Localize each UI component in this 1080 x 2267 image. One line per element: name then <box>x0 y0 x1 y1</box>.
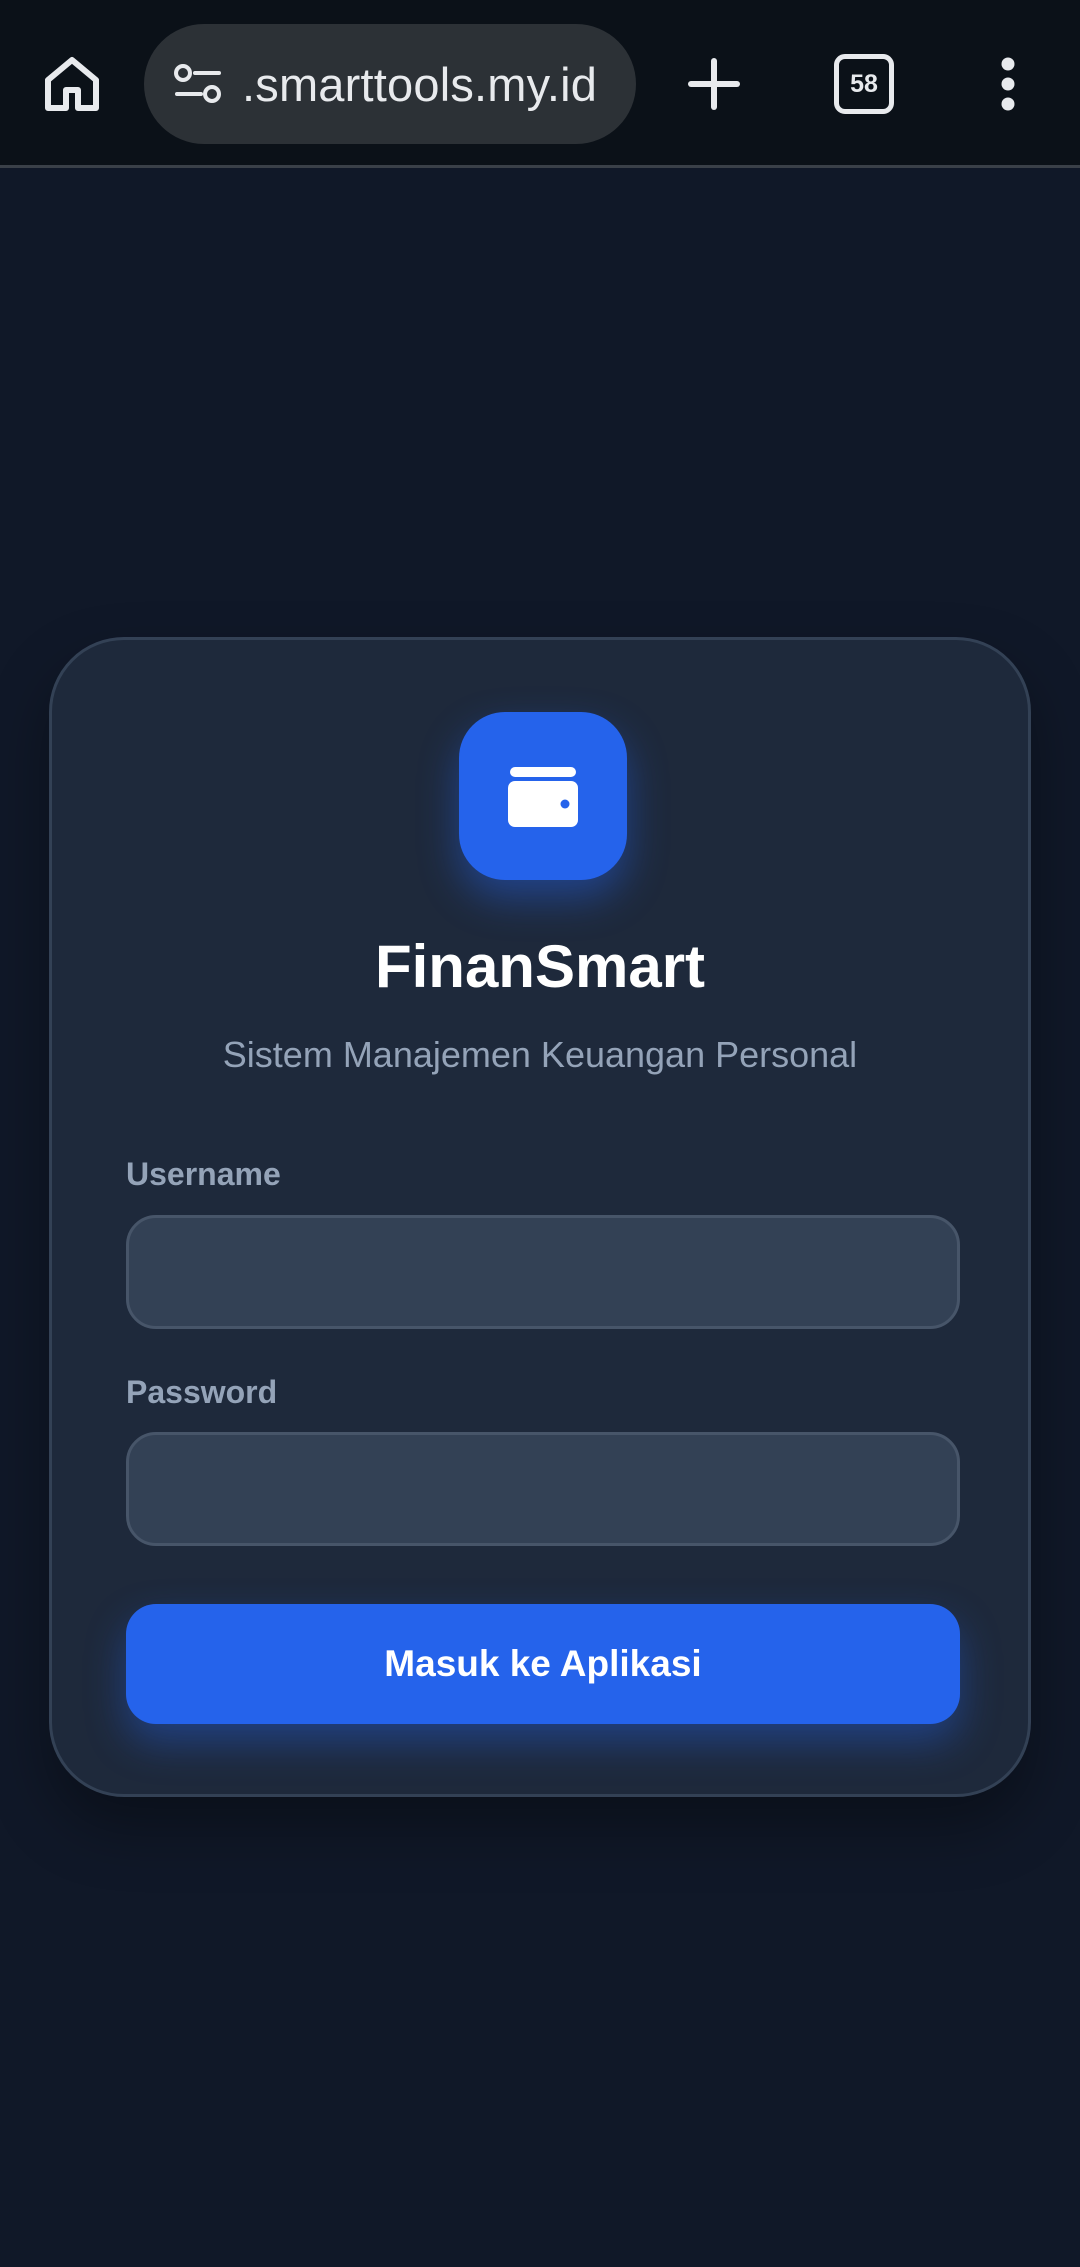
home-button[interactable] <box>22 34 122 134</box>
wallet-icon <box>508 767 578 827</box>
username-input[interactable] <box>126 1215 960 1329</box>
app-title: FinanSmart <box>374 933 706 1000</box>
site-settings-button[interactable] <box>166 52 230 116</box>
new-tab-button[interactable] <box>664 34 764 134</box>
password-label: Password <box>126 1374 278 1410</box>
tab-count-badge: 58 <box>834 54 894 114</box>
tune-icon <box>174 64 221 103</box>
login-card: FinanSmart Sistem Manajemen Keuangan Per… <box>49 637 1031 1797</box>
plus-icon <box>688 58 740 110</box>
password-input[interactable] <box>126 1432 960 1546</box>
app-subtitle: Sistem Manajemen Keuangan Personal <box>222 1034 858 1075</box>
tab-switcher-button[interactable]: 58 <box>814 34 914 134</box>
home-icon <box>45 57 99 111</box>
app-logo <box>459 712 627 880</box>
browser-toolbar: .smarttools.my.id 58 <box>0 0 1080 168</box>
username-label: Username <box>126 1156 281 1192</box>
browser-menu-button[interactable] <box>958 34 1058 134</box>
address-bar[interactable]: .smarttools.my.id <box>144 24 636 144</box>
url-text[interactable]: .smarttools.my.id <box>242 57 597 112</box>
login-button[interactable]: Masuk ke Aplikasi <box>126 1604 960 1724</box>
more-vert-icon <box>1001 57 1015 111</box>
